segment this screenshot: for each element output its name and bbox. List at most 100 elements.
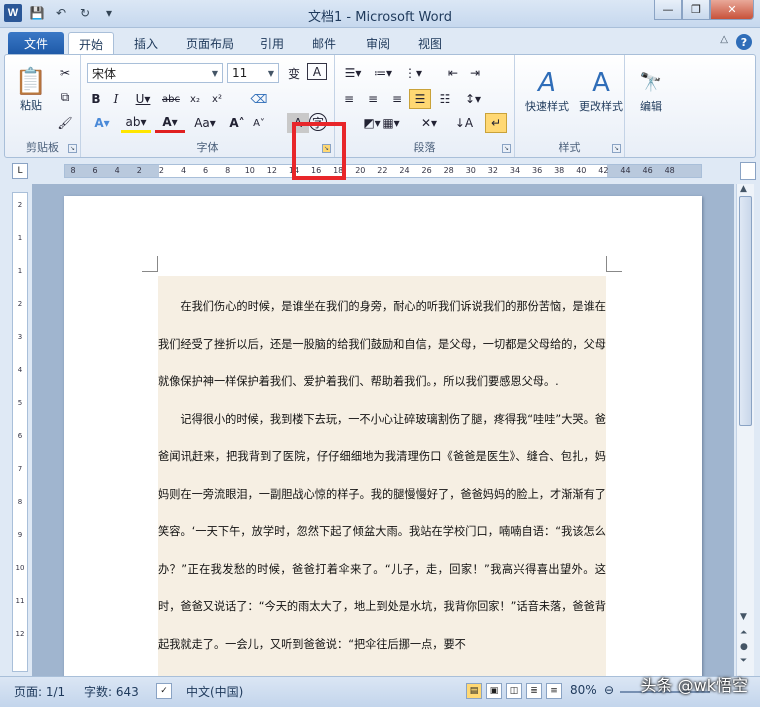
quick-styles-button[interactable]: A 快速样式 (519, 59, 575, 123)
tab-review[interactable]: 审阅 (356, 32, 400, 54)
vertical-scrollbar[interactable]: ▲ ▼ ⏶ ● ⏷ (736, 184, 754, 676)
paste-button[interactable]: 📋 粘贴 (11, 59, 51, 121)
text-effect-icon[interactable]: A▾ (87, 113, 117, 133)
tab-mailings[interactable]: 邮件 (302, 32, 346, 54)
document-page[interactable]: 在我们伤心的时候，是谁坐在我们的身旁，耐心的听我们诉说我们的那份苦恼，是谁在我们… (64, 196, 702, 676)
tab-right-controls: △ ? (720, 34, 752, 50)
vruler-tick: 7 (17, 465, 23, 473)
help-icon[interactable]: ? (736, 34, 752, 50)
zoom-level[interactable]: 80% (570, 683, 597, 697)
browse-object-icon[interactable]: ● (740, 642, 748, 652)
distributed-icon[interactable]: ☷ (435, 89, 455, 109)
sort-icon[interactable]: ↓A (453, 113, 475, 133)
close-button[interactable]: ✕ (710, 0, 754, 20)
paragraph-1[interactable]: 在我们伤心的时候，是谁坐在我们的身旁，耐心的听我们诉说我们的那份苦恼，是谁在我们… (158, 288, 606, 401)
strikethrough-icon[interactable]: abc (159, 89, 183, 109)
group-editing: 🔭 编辑 (627, 55, 677, 157)
vruler-tick: 11 (15, 597, 25, 605)
styles-launcher-icon[interactable]: ↘ (612, 144, 621, 153)
change-styles-button[interactable]: A 更改样式 (573, 59, 629, 123)
quick-styles-label: 快速样式 (525, 100, 569, 113)
vruler-tick: 5 (17, 399, 23, 407)
tab-file[interactable]: 文件 (8, 32, 65, 54)
change-case-icon[interactable]: Aa▾ (189, 113, 221, 133)
tab-page-layout[interactable]: 页面布局 (176, 32, 244, 54)
zoom-out-icon[interactable]: ⊖ (604, 683, 614, 697)
next-page-icon[interactable]: ⏷ (740, 656, 747, 666)
page-count[interactable]: 页面: 1/1 (14, 683, 65, 700)
numbering-icon[interactable]: ≔▾ (369, 63, 397, 83)
scroll-down-icon[interactable]: ▼ (740, 612, 747, 622)
bold-icon[interactable]: B (87, 89, 105, 109)
superscript-icon[interactable]: x² (207, 89, 227, 109)
multilevel-list-icon[interactable]: ⋮▾ (399, 63, 427, 83)
vertical-ruler[interactable]: 2 1 1 2 3 4 5 6 7 8 9 10 11 12 (12, 192, 28, 672)
proofing-icon[interactable]: ✓ (156, 683, 172, 699)
window-title: 文档1 - Microsoft Word (308, 10, 452, 25)
document-text[interactable]: 在我们伤心的时候，是谁坐在我们的身旁，耐心的听我们诉说我们的那份苦恼，是谁在我们… (158, 276, 606, 676)
ruler-tick: 2 (136, 166, 142, 175)
align-right-icon[interactable]: ≡ (387, 89, 407, 109)
draft-icon[interactable]: ≡ (546, 683, 562, 699)
ruler-tick: 4 (180, 166, 187, 175)
ruler-tick: 24 (399, 166, 410, 175)
full-screen-icon[interactable]: ▣ (486, 683, 502, 699)
line-spacing-icon[interactable]: ↕▾ (459, 89, 487, 109)
paragraph-2[interactable]: 记得很小的时候，我到楼下去玩，一不小心让碎玻璃割伤了腿，疼得我“哇哇”大哭。爸爸… (158, 401, 606, 664)
minimize-button[interactable]: — (654, 0, 682, 20)
bullets-icon[interactable]: ☰▾ (339, 63, 367, 83)
document-area[interactable]: 在我们伤心的时候，是谁坐在我们的身旁，耐心的听我们诉说我们的那份苦恼，是谁在我们… (32, 184, 734, 676)
underline-icon[interactable]: U▾ (131, 89, 155, 109)
shrink-font-icon[interactable]: A˅ (249, 113, 269, 133)
watermark: 头条 @wk悟空 (640, 676, 748, 695)
tab-insert[interactable]: 插入 (124, 32, 168, 54)
chinese-layout-icon[interactable]: ✕▾ (415, 113, 443, 133)
borders-icon[interactable]: ▦▾ (377, 113, 405, 133)
clipboard-launcher-icon[interactable]: ↘ (68, 144, 77, 153)
justify-icon[interactable]: ☰ (409, 89, 431, 109)
ruler-tick: 12 (266, 166, 277, 175)
character-border-icon[interactable]: A (307, 63, 327, 80)
ruler-row: L 8 6 4 2 2 4 6 8 10 12 14 16 18 20 22 24 26 28 30 32 34 36 38… (0, 160, 760, 182)
print-layout-icon[interactable]: ▤ (466, 683, 482, 699)
align-center-icon[interactable]: ≡ (363, 89, 383, 109)
web-layout-icon[interactable]: ◫ (506, 683, 522, 699)
ruler-tick: 34 (509, 166, 521, 175)
format-painter-icon[interactable]: 🖌 (55, 113, 75, 133)
language-indicator[interactable]: 中文(中国) (186, 683, 243, 700)
font-color-icon[interactable]: A▾ (155, 113, 185, 133)
grow-font-icon[interactable]: A˄ (227, 113, 247, 133)
scroll-thumb[interactable] (739, 196, 752, 426)
ruler-tick: 40 (576, 166, 587, 175)
tab-references[interactable]: 引用 (250, 32, 294, 54)
tab-home[interactable]: 开始 (68, 32, 115, 54)
outline-icon[interactable]: ≣ (526, 683, 542, 699)
paste-icon: 📋 (14, 67, 48, 97)
ruler-tick: 28 (443, 166, 454, 175)
clear-format-icon[interactable]: ⌫ (249, 89, 269, 109)
show-marks-icon[interactable]: ↵ (485, 113, 507, 133)
cut-icon[interactable]: ✂ (55, 63, 75, 83)
editing-button[interactable]: 🔭 编辑 (631, 59, 671, 123)
decrease-indent-icon[interactable]: ⇤ (443, 63, 463, 83)
tab-selector-icon[interactable]: L (12, 163, 28, 179)
ruler-tick: 32 (487, 166, 498, 175)
font-name-combo[interactable]: 宋体 ▼ (87, 63, 223, 83)
view-ruler-icon[interactable] (740, 162, 756, 180)
copy-icon[interactable]: ⧉ (55, 87, 75, 107)
increase-indent-icon[interactable]: ⇥ (465, 63, 485, 83)
font-size-combo[interactable]: 11 ▼ (227, 63, 279, 83)
restore-button[interactable]: ❐ (682, 0, 710, 20)
align-left-icon[interactable]: ≡ (339, 89, 359, 109)
italic-icon[interactable]: I (107, 89, 125, 109)
word-count[interactable]: 字数: 643 (84, 683, 139, 700)
phonetic-guide-icon[interactable]: 变 (283, 63, 305, 83)
paragraph-launcher-icon[interactable]: ↘ (502, 144, 511, 153)
tab-view[interactable]: 视图 (408, 32, 452, 54)
subscript-icon[interactable]: x₂ (185, 89, 205, 109)
prev-page-icon[interactable]: ⏶ (740, 628, 747, 638)
horizontal-ruler[interactable]: 8 6 4 2 2 4 6 8 10 12 14 16 18 20 22 24 26 28 30 32 34 36 38 40… (64, 164, 702, 178)
scroll-up-icon[interactable]: ▲ (740, 184, 747, 194)
highlight-icon[interactable]: ab▾ (121, 113, 151, 133)
minimize-ribbon-icon[interactable]: △ (720, 34, 728, 50)
